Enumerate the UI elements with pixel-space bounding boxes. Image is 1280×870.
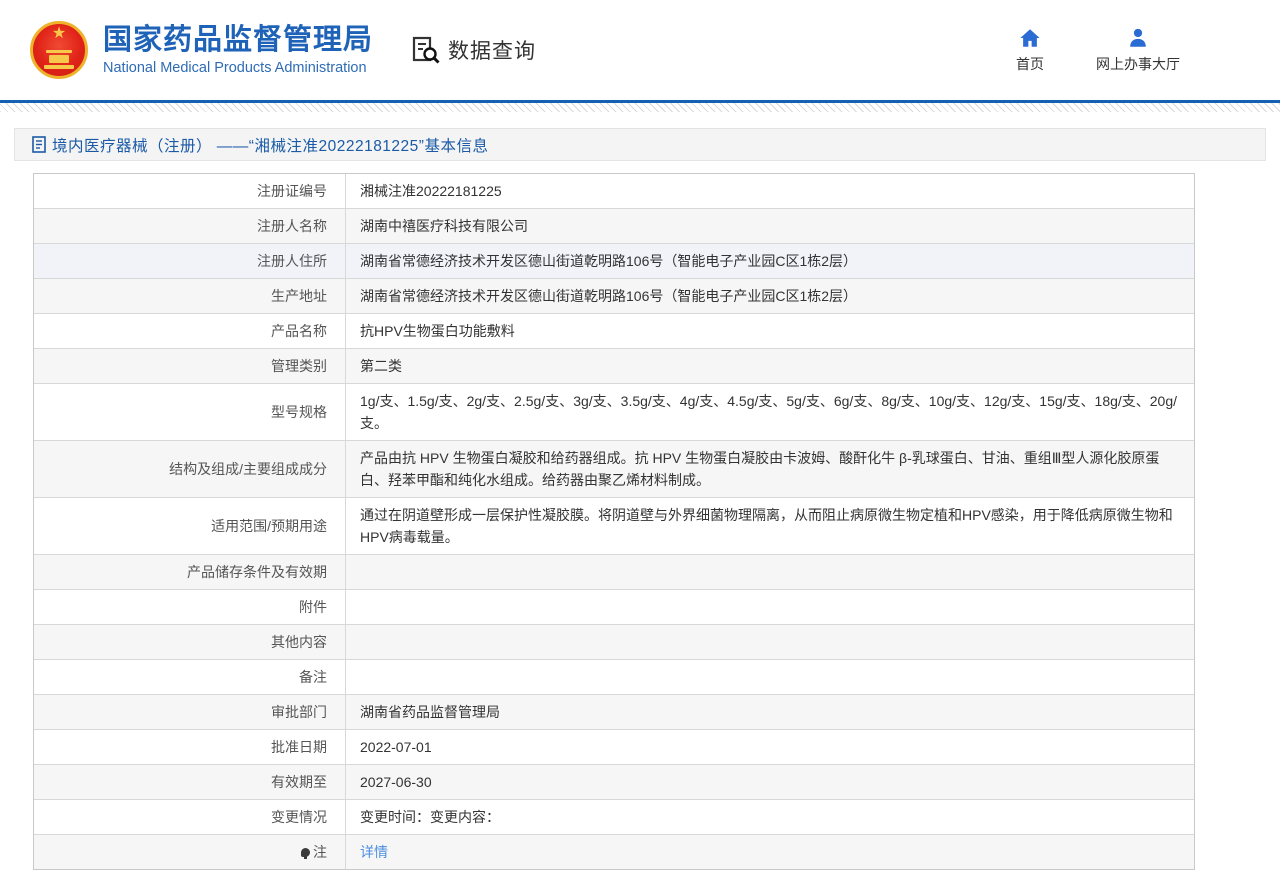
- row-value-text: 湘械注准20222181225: [360, 180, 502, 202]
- top-nav: 首页 网上办事大厅: [1016, 27, 1180, 74]
- row-label: 变更情况: [34, 800, 346, 834]
- detail-link[interactable]: 详情: [360, 841, 388, 863]
- row-value: [346, 625, 1194, 659]
- row-value-text: 2022-07-01: [360, 736, 432, 758]
- table-row[interactable]: 生产地址湖南省常德经济技术开发区德山街道乾明路106号（智能电子产业园C区1栋2…: [34, 279, 1194, 314]
- nav-home-label: 首页: [1016, 54, 1044, 74]
- row-value: 2027-06-30: [346, 765, 1194, 799]
- row-value: 湖南省药品监督管理局: [346, 695, 1194, 729]
- row-label: 适用范围/预期用途: [34, 498, 346, 554]
- row-label: 批准日期: [34, 730, 346, 764]
- hatch-strip: [0, 103, 1280, 112]
- table-row[interactable]: 结构及组成/主要组成成分产品由抗 HPV 生物蛋白凝胶和给药器组成。抗 HPV …: [34, 441, 1194, 498]
- row-value-text: 1g/支、1.5g/支、2g/支、2.5g/支、3g/支、3.5g/支、4g/支…: [360, 390, 1180, 434]
- site-header: ★ 国家药品监督管理局 National Medical Products Ad…: [0, 0, 1280, 100]
- row-label: 审批部门: [34, 695, 346, 729]
- row-value: 产品由抗 HPV 生物蛋白凝胶和给药器组成。抗 HPV 生物蛋白凝胶由卡波姆、酸…: [346, 441, 1194, 497]
- row-value: 2022-07-01: [346, 730, 1194, 764]
- row-value-text: 变更时间：变更内容：: [360, 806, 500, 828]
- brand-name-cn: 国家药品监督管理局: [103, 24, 373, 56]
- row-label: 管理类别: [34, 349, 346, 383]
- table-row[interactable]: 其他内容: [34, 625, 1194, 660]
- row-value: [346, 660, 1194, 694]
- row-value-text: 抗HPV生物蛋白功能敷料: [360, 320, 515, 342]
- row-value: 变更时间：变更内容：: [346, 800, 1194, 834]
- row-value: 湖南省常德经济技术开发区德山街道乾明路106号（智能电子产业园C区1栋2层）: [346, 279, 1194, 313]
- table-row[interactable]: 附件: [34, 590, 1194, 625]
- row-value-text: 产品由抗 HPV 生物蛋白凝胶和给药器组成。抗 HPV 生物蛋白凝胶由卡波姆、酸…: [360, 447, 1180, 491]
- bulb-icon: [301, 848, 310, 857]
- row-value-text: 第二类: [360, 355, 402, 377]
- row-value: 1g/支、1.5g/支、2g/支、2.5g/支、3g/支、3.5g/支、4g/支…: [346, 384, 1194, 440]
- document-search-icon: [411, 35, 441, 65]
- data-query-section[interactable]: 数据查询: [411, 35, 536, 65]
- table-row[interactable]: 备注: [34, 660, 1194, 695]
- row-label: 结构及组成/主要组成成分: [34, 441, 346, 497]
- row-label: 注: [34, 835, 346, 869]
- row-value: 湖南省常德经济技术开发区德山街道乾明路106号（智能电子产业园C区1栋2层）: [346, 244, 1194, 278]
- row-label: 备注: [34, 660, 346, 694]
- row-value: [346, 555, 1194, 589]
- table-row[interactable]: 管理类别第二类: [34, 349, 1194, 384]
- row-value: 湖南中禧医疗科技有限公司: [346, 209, 1194, 243]
- section-title-bar: 境内医疗器械（注册） ——“湘械注准20222181225”基本信息: [14, 128, 1266, 161]
- brand-name-en: National Medical Products Administration: [103, 60, 373, 76]
- row-value-text: 湖南省常德经济技术开发区德山街道乾明路106号（智能电子产业园C区1栋2层）: [360, 250, 857, 272]
- info-table: 注册证编号湘械注准20222181225注册人名称湖南中禧医疗科技有限公司注册人…: [33, 173, 1195, 870]
- row-value-text: 湖南中禧医疗科技有限公司: [360, 215, 528, 237]
- nav-home[interactable]: 首页: [1016, 27, 1044, 74]
- row-label: 注册人住所: [34, 244, 346, 278]
- table-row[interactable]: 产品储存条件及有效期: [34, 555, 1194, 590]
- row-value: 第二类: [346, 349, 1194, 383]
- table-row[interactable]: 注详情: [34, 835, 1194, 869]
- row-value-text: 湖南省常德经济技术开发区德山街道乾明路106号（智能电子产业园C区1栋2层）: [360, 285, 857, 307]
- home-icon: [1019, 27, 1041, 49]
- row-value: 通过在阴道壁形成一层保护性凝胶膜。将阴道壁与外界细菌物理隔离，从而阻止病原微生物…: [346, 498, 1194, 554]
- nav-service-hall[interactable]: 网上办事大厅: [1096, 27, 1180, 74]
- table-row[interactable]: 批准日期 2022-07-01: [34, 730, 1194, 765]
- table-row[interactable]: 产品名称抗HPV生物蛋白功能敷料: [34, 314, 1194, 349]
- table-row[interactable]: 型号规格 1g/支、1.5g/支、2g/支、2.5g/支、3g/支、3.5g/支、…: [34, 384, 1194, 441]
- page-title: 境内医疗器械（注册） ——“湘械注准20222181225”基本信息: [52, 134, 488, 156]
- row-label: 有效期至: [34, 765, 346, 799]
- row-label: 型号规格: [34, 384, 346, 440]
- table-row[interactable]: 注册人名称湖南中禧医疗科技有限公司: [34, 209, 1194, 244]
- main-content: 境内医疗器械（注册） ——“湘械注准20222181225”基本信息 注册证编号…: [14, 128, 1266, 870]
- table-row[interactable]: 适用范围/预期用途通过在阴道壁形成一层保护性凝胶膜。将阴道壁与外界细菌物理隔离，…: [34, 498, 1194, 555]
- page: ★ 国家药品监督管理局 National Medical Products Ad…: [0, 0, 1280, 868]
- row-label: 生产地址: [34, 279, 346, 313]
- brand-text: 国家药品监督管理局 National Medical Products Admi…: [103, 24, 373, 76]
- row-value-text: 湖南省药品监督管理局: [360, 701, 500, 723]
- row-label: 产品名称: [34, 314, 346, 348]
- row-value: [346, 590, 1194, 624]
- table-row[interactable]: 有效期至 2027-06-30: [34, 765, 1194, 800]
- table-row[interactable]: 注册人住所湖南省常德经济技术开发区德山街道乾明路106号（智能电子产业园C区1栋…: [34, 244, 1194, 279]
- site-logo[interactable]: ★ 国家药品监督管理局 National Medical Products Ad…: [30, 21, 373, 79]
- nav-service-hall-label: 网上办事大厅: [1096, 54, 1180, 74]
- row-label: 附件: [34, 590, 346, 624]
- row-value: 详情: [346, 835, 1194, 869]
- table-row[interactable]: 变更情况变更时间：变更内容：: [34, 800, 1194, 835]
- row-value: 湘械注准20222181225: [346, 174, 1194, 208]
- row-label: 注册证编号: [34, 174, 346, 208]
- row-label: 其他内容: [34, 625, 346, 659]
- row-label: 产品储存条件及有效期: [34, 555, 346, 589]
- row-value: 抗HPV生物蛋白功能敷料: [346, 314, 1194, 348]
- user-icon: [1127, 27, 1149, 49]
- row-value-text: 2027-06-30: [360, 771, 432, 793]
- row-label: 注册人名称: [34, 209, 346, 243]
- table-row[interactable]: 注册证编号湘械注准20222181225: [34, 174, 1194, 209]
- national-emblem-icon: ★: [30, 21, 88, 79]
- document-icon: [32, 136, 46, 153]
- row-value-text: 通过在阴道壁形成一层保护性凝胶膜。将阴道壁与外界细菌物理隔离，从而阻止病原微生物…: [360, 504, 1180, 548]
- data-query-label: 数据查询: [448, 35, 536, 65]
- table-row[interactable]: 审批部门湖南省药品监督管理局: [34, 695, 1194, 730]
